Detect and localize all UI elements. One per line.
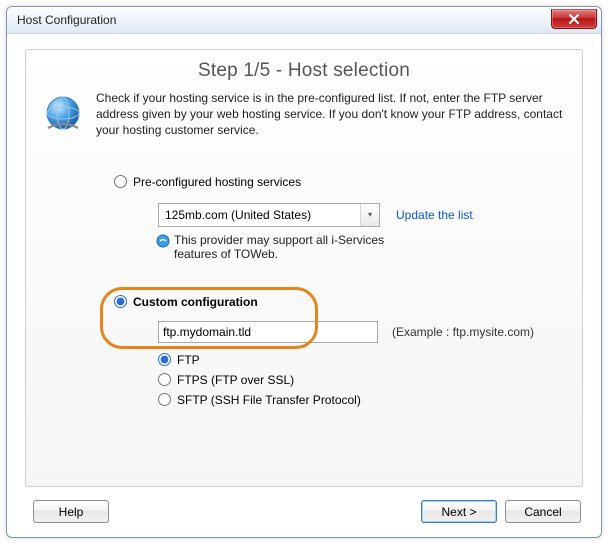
close-button[interactable] <box>551 9 597 29</box>
custom-config-label: Custom configuration <box>133 295 258 309</box>
protocol-ftps-radio[interactable] <box>158 373 171 386</box>
chevron-down-icon: ▾ <box>360 204 379 226</box>
dialog-window: Host Configuration Step 1/5 - Host selec… <box>6 6 602 538</box>
host-example-text: (Example : ftp.mysite.com) <box>392 325 534 339</box>
custom-config-radio[interactable] <box>114 295 127 308</box>
hosting-service-selected: 125mb.com (United States) <box>159 208 311 222</box>
step-title: Step 1/5 - Host selection <box>26 60 582 82</box>
provider-note-text: This provider may support all i-Services… <box>174 233 404 261</box>
protocol-ftps-label: FTPS (FTP over SSL) <box>177 373 294 387</box>
globe-icon <box>40 92 86 138</box>
update-list-link[interactable]: Update the list <box>396 208 473 222</box>
help-button[interactable]: Help <box>33 500 109 523</box>
hosting-service-combo[interactable]: 125mb.com (United States) ▾ <box>158 203 380 227</box>
protocol-sftp-label: SFTP (SSH File Transfer Protocol) <box>177 393 361 407</box>
preconfig-label: Pre-configured hosting services <box>133 175 301 189</box>
cancel-button[interactable]: Cancel <box>505 500 581 523</box>
intro-text: Check if your hosting service is in the … <box>96 90 564 139</box>
host-address-input[interactable] <box>158 321 378 343</box>
close-icon <box>568 14 580 24</box>
titlebar: Host Configuration <box>7 7 601 34</box>
window-title: Host Configuration <box>17 13 116 27</box>
info-icon <box>156 234 170 248</box>
protocol-ftp-radio[interactable] <box>158 353 171 366</box>
content-panel: Step 1/5 - Host selection <box>25 49 583 487</box>
preconfig-radio[interactable] <box>114 175 127 188</box>
button-row: Help Next > Cancel <box>25 500 581 523</box>
protocol-sftp-radio[interactable] <box>158 393 171 406</box>
intro-block: Check if your hosting service is in the … <box>26 82 582 139</box>
protocol-ftp-label: FTP <box>177 353 200 367</box>
next-button[interactable]: Next > <box>421 500 497 523</box>
provider-note: This provider may support all i-Services… <box>156 233 582 261</box>
